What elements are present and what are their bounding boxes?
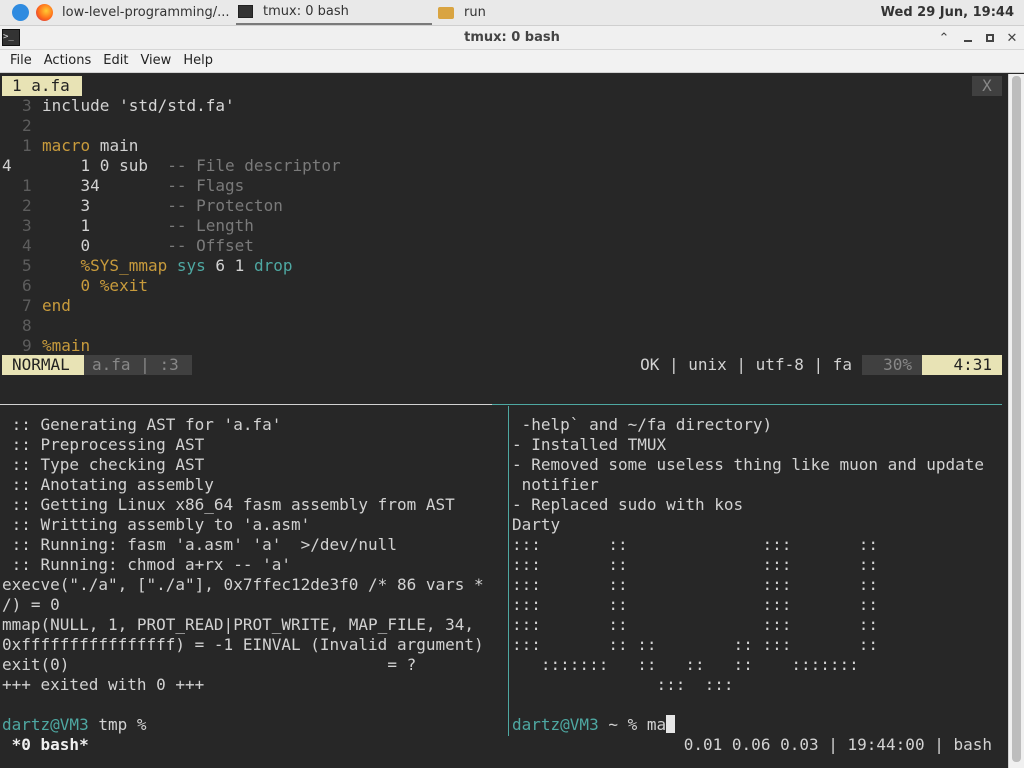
code-line[interactable]: 1 macro main <box>0 136 1002 156</box>
terminal-icon <box>238 5 253 18</box>
top-panel: low-level-programming/... tmux: 0 bash r… <box>0 0 1024 26</box>
terminal-area[interactable]: 1 a.fa X 3 include 'std/std.fa' 2 1 macro … <box>0 74 1024 768</box>
maximize-button[interactable] <box>980 28 1000 48</box>
editor-tab[interactable]: 1 a.fa <box>2 76 82 96</box>
tmux-window-list[interactable]: *0 bash* <box>2 735 302 755</box>
terminal-scrollbar[interactable] <box>1008 74 1024 768</box>
ascii-art-line: ::: :: :: :: ::: :: <box>512 635 879 654</box>
ascii-art-line: ::: ::: <box>512 675 734 694</box>
menu-file[interactable]: File <box>4 50 38 72</box>
vim-percent: 30% <box>862 355 922 375</box>
output-line: Darty <box>512 515 561 534</box>
vim-mode: NORMAL <box>2 355 84 375</box>
output-line: 0xffffffffffffffff) = -1 EINVAL (Invalid… <box>2 635 484 654</box>
pane-separator-horizontal <box>0 404 492 405</box>
window-titlebar[interactable]: >_ tmux: 0 bash ⌃ ✕ <box>0 26 1024 50</box>
output-line: :: Running: chmod a+rx -- 'a' <box>2 555 291 574</box>
close-icon: ✕ <box>1006 30 1018 46</box>
close-button[interactable]: ✕ <box>1002 28 1022 48</box>
ascii-art-line: ::: :: ::: :: <box>512 595 879 614</box>
app-menu-icon[interactable] <box>12 4 29 21</box>
maximize-icon <box>986 34 994 42</box>
code-line[interactable]: 6 0 %exit <box>0 276 1002 296</box>
ascii-art-line: ::: :: ::: :: <box>512 575 879 594</box>
output-line: :: Getting Linux x86_64 fasm assembly fr… <box>2 495 455 514</box>
output-line: :: Preprocessing AST <box>2 435 205 454</box>
code-line[interactable]: 7 end <box>0 296 1002 316</box>
pane-separator-vertical[interactable] <box>508 406 509 736</box>
shade-button[interactable]: ⌃ <box>934 28 954 48</box>
code-line[interactable]: 4 0 -- Offset <box>0 236 1002 256</box>
code-line[interactable]: 2 <box>0 116 1002 136</box>
output-line: :: Writting assembly to 'a.asm' <box>2 515 311 534</box>
code-line[interactable]: 8 <box>0 316 1002 336</box>
menu-view[interactable]: View <box>134 50 177 72</box>
task-firefox[interactable]: low-level-programming/... <box>62 0 232 25</box>
ascii-art-line: ::: :: ::: :: <box>512 535 879 554</box>
firefox-icon[interactable] <box>36 4 53 21</box>
text-cursor <box>666 715 676 733</box>
output-line: notifier <box>512 475 599 494</box>
task-folder[interactable]: run <box>436 0 556 25</box>
vim-file-info: a.fa | :3 <box>84 355 192 375</box>
vim-file-format: OK | unix | utf-8 | fa <box>640 355 852 374</box>
output-line: +++ exited with 0 +++ <box>2 675 205 694</box>
tmux-status-right: 0.01 0.06 0.03 | 19:44:00 | bash <box>683 735 992 754</box>
editor-close-button[interactable]: X <box>972 76 1002 96</box>
output-line: execve("./a", ["./a"], 0x7ffec12de3f0 /*… <box>2 575 484 594</box>
ascii-art-line: ::::::: :: :: :: ::::::: <box>512 655 859 674</box>
pane-separator-horizontal <box>492 404 1002 405</box>
left-pane[interactable]: :: Generating AST for 'a.fa' :: Preproce… <box>0 415 506 735</box>
editor-tab-fill <box>82 76 972 96</box>
minimize-button[interactable] <box>958 28 978 48</box>
code-line[interactable]: 3 1 -- Length <box>0 216 1002 236</box>
ascii-art-line: ::: :: ::: :: <box>512 615 879 634</box>
code-line[interactable]: 1 34 -- Flags <box>0 176 1002 196</box>
chevron-up-icon: ⌃ <box>938 30 950 46</box>
clock[interactable]: Wed 29 Jun, 19:44 <box>881 0 1014 25</box>
output-line: - Removed some useless thing like muon a… <box>512 455 985 474</box>
output-line: :: Running: fasm 'a.asm' 'a' >/dev/null <box>2 535 397 554</box>
code-line[interactable]: 4 1 0 sub -- File descriptor <box>0 156 1002 176</box>
output-line: :: Generating AST for 'a.fa' <box>2 415 282 434</box>
menu-actions[interactable]: Actions <box>38 50 98 72</box>
output-line: - Installed TMUX <box>512 435 667 454</box>
code-line[interactable]: 9 %main <box>0 336 1002 356</box>
shell-prompt[interactable]: dartz@VM3 ~ % ma <box>512 715 676 735</box>
scrollbar-thumb[interactable] <box>1012 76 1021 762</box>
output-line: exit(0) = ? <box>2 655 417 674</box>
task-terminal[interactable]: tmux: 0 bash <box>236 0 432 25</box>
menu-bar: File Actions Edit View Help <box>0 50 1024 73</box>
output-line: mmap(NULL, 1, PROT_READ|PROT_WRITE, MAP_… <box>2 615 475 634</box>
code-line[interactable]: 3 include 'std/std.fa' <box>0 96 1002 116</box>
shell-prompt[interactable]: dartz@VM3 tmp % <box>2 715 147 735</box>
folder-icon <box>438 6 454 19</box>
minimize-icon <box>964 40 972 42</box>
output-line: :: Type checking AST <box>2 455 205 474</box>
output-line: - Replaced sudo with kos <box>512 495 744 514</box>
code-line[interactable]: 2 3 -- Protecton <box>0 196 1002 216</box>
menu-edit[interactable]: Edit <box>97 50 134 72</box>
window-title: tmux: 0 bash <box>464 30 560 45</box>
output-line: -help` and ~/fa directory) <box>512 415 773 434</box>
menu-help[interactable]: Help <box>177 50 219 72</box>
output-line: /) = 0 <box>2 595 60 614</box>
vim-cursor-position: 4:31 <box>922 355 1002 375</box>
right-pane[interactable]: -help` and ~/fa directory) - Installed T… <box>510 415 1004 735</box>
output-line: :: Anotating assembly <box>2 475 214 494</box>
code-line[interactable]: 5 %SYS_mmap sys 6 1 drop <box>0 256 1002 276</box>
ascii-art-line: ::: :: ::: :: <box>512 555 879 574</box>
